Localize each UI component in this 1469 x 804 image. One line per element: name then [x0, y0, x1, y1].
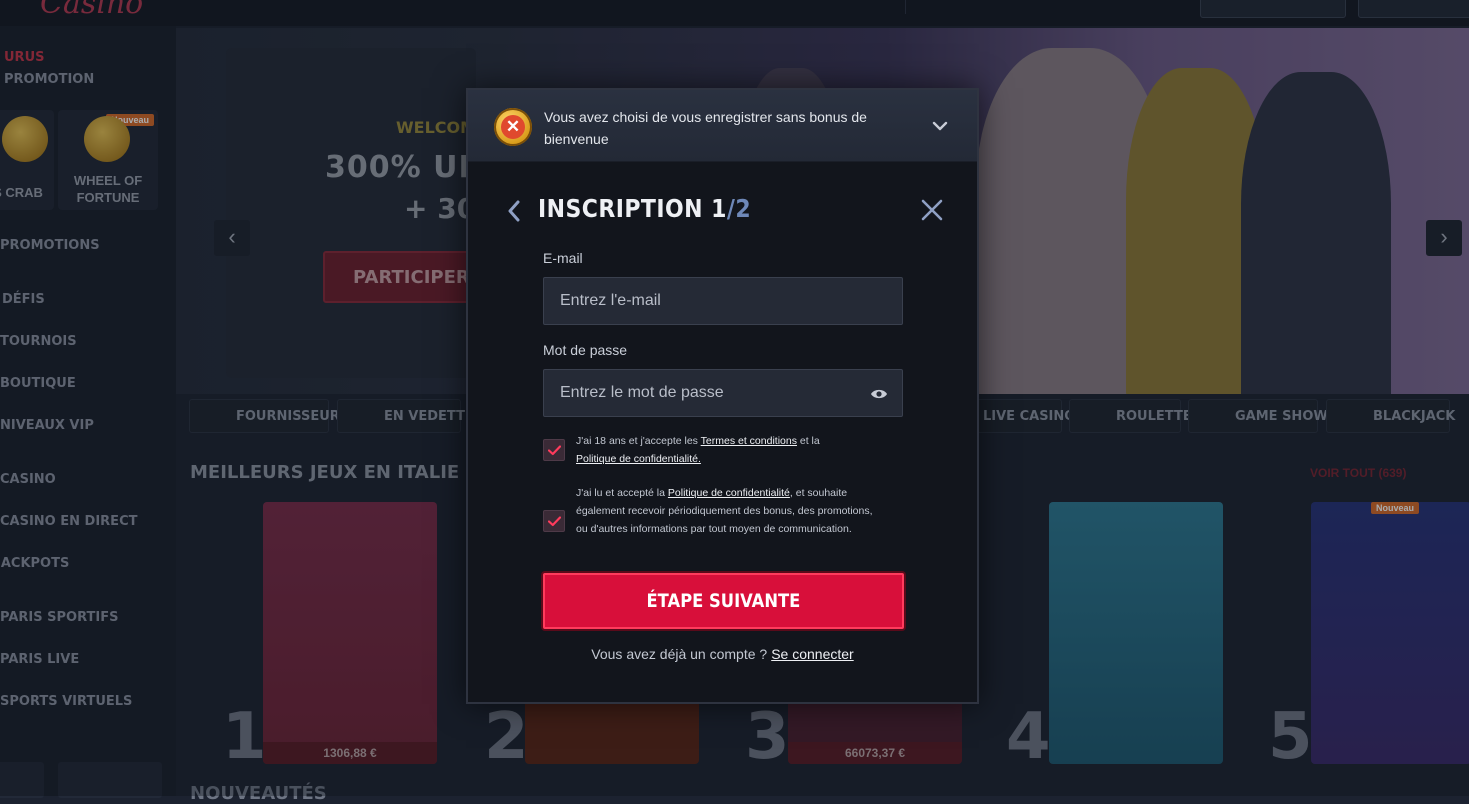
no-bonus-coin-icon: ✕	[494, 108, 532, 146]
bonus-notice-bar[interactable]: ✕ Vous avez choisi de vous enregistrer s…	[468, 90, 977, 162]
password-field[interactable]	[544, 370, 902, 416]
next-step-label: ÉTAPE SUIVANTE	[646, 590, 801, 612]
eye-icon[interactable]	[870, 387, 888, 401]
login-link[interactable]: Se connecter	[771, 646, 854, 662]
email-label: E-mail	[543, 250, 583, 266]
consent2-text: J'ai lu et accepté la	[576, 487, 668, 499]
consent1-text: J'ai 18 ans et j'accepte les	[576, 435, 701, 447]
total-steps: /2	[726, 194, 752, 223]
modal-title-text: INSCRIPTION	[538, 194, 703, 223]
chevron-down-icon[interactable]	[930, 116, 950, 136]
checkmark-icon	[548, 516, 561, 527]
password-field-wrapper	[543, 369, 903, 417]
email-field[interactable]	[544, 278, 902, 324]
consent1-text-mid: et la	[796, 435, 820, 447]
marketing-consent: J'ai lu et accepté la Politique de confi…	[576, 484, 886, 538]
registration-modal: ✕ Vous avez choisi de vous enregistrer s…	[466, 88, 979, 704]
bonus-notice-text: Vous avez choisi de vous enregistrer san…	[544, 109, 867, 147]
next-step-button[interactable]: ÉTAPE SUIVANTE	[543, 573, 904, 629]
checkmark-icon	[548, 445, 561, 456]
privacy-link-2[interactable]: Politique de confidentialité	[668, 487, 790, 499]
email-field-wrapper	[543, 277, 903, 325]
current-step: 1	[711, 194, 727, 223]
login-prompt-text: Vous avez déjà un compte ?	[591, 646, 768, 662]
back-arrow-icon[interactable]	[504, 198, 524, 224]
age-terms-consent: J'ai 18 ans et j'accepte les Termes et c…	[576, 432, 886, 468]
close-icon[interactable]	[920, 198, 944, 222]
marketing-consent-checkbox[interactable]	[543, 510, 565, 532]
modal-title: INSCRIPTION 1/2	[538, 194, 751, 223]
password-label: Mot de passe	[543, 342, 628, 358]
terms-link[interactable]: Termes et conditions	[701, 435, 797, 447]
login-prompt: Vous avez déjà un compte ? Se connecter	[468, 646, 977, 662]
age-terms-checkbox[interactable]	[543, 439, 565, 461]
privacy-link[interactable]: Politique de confidentialité.	[576, 453, 701, 465]
